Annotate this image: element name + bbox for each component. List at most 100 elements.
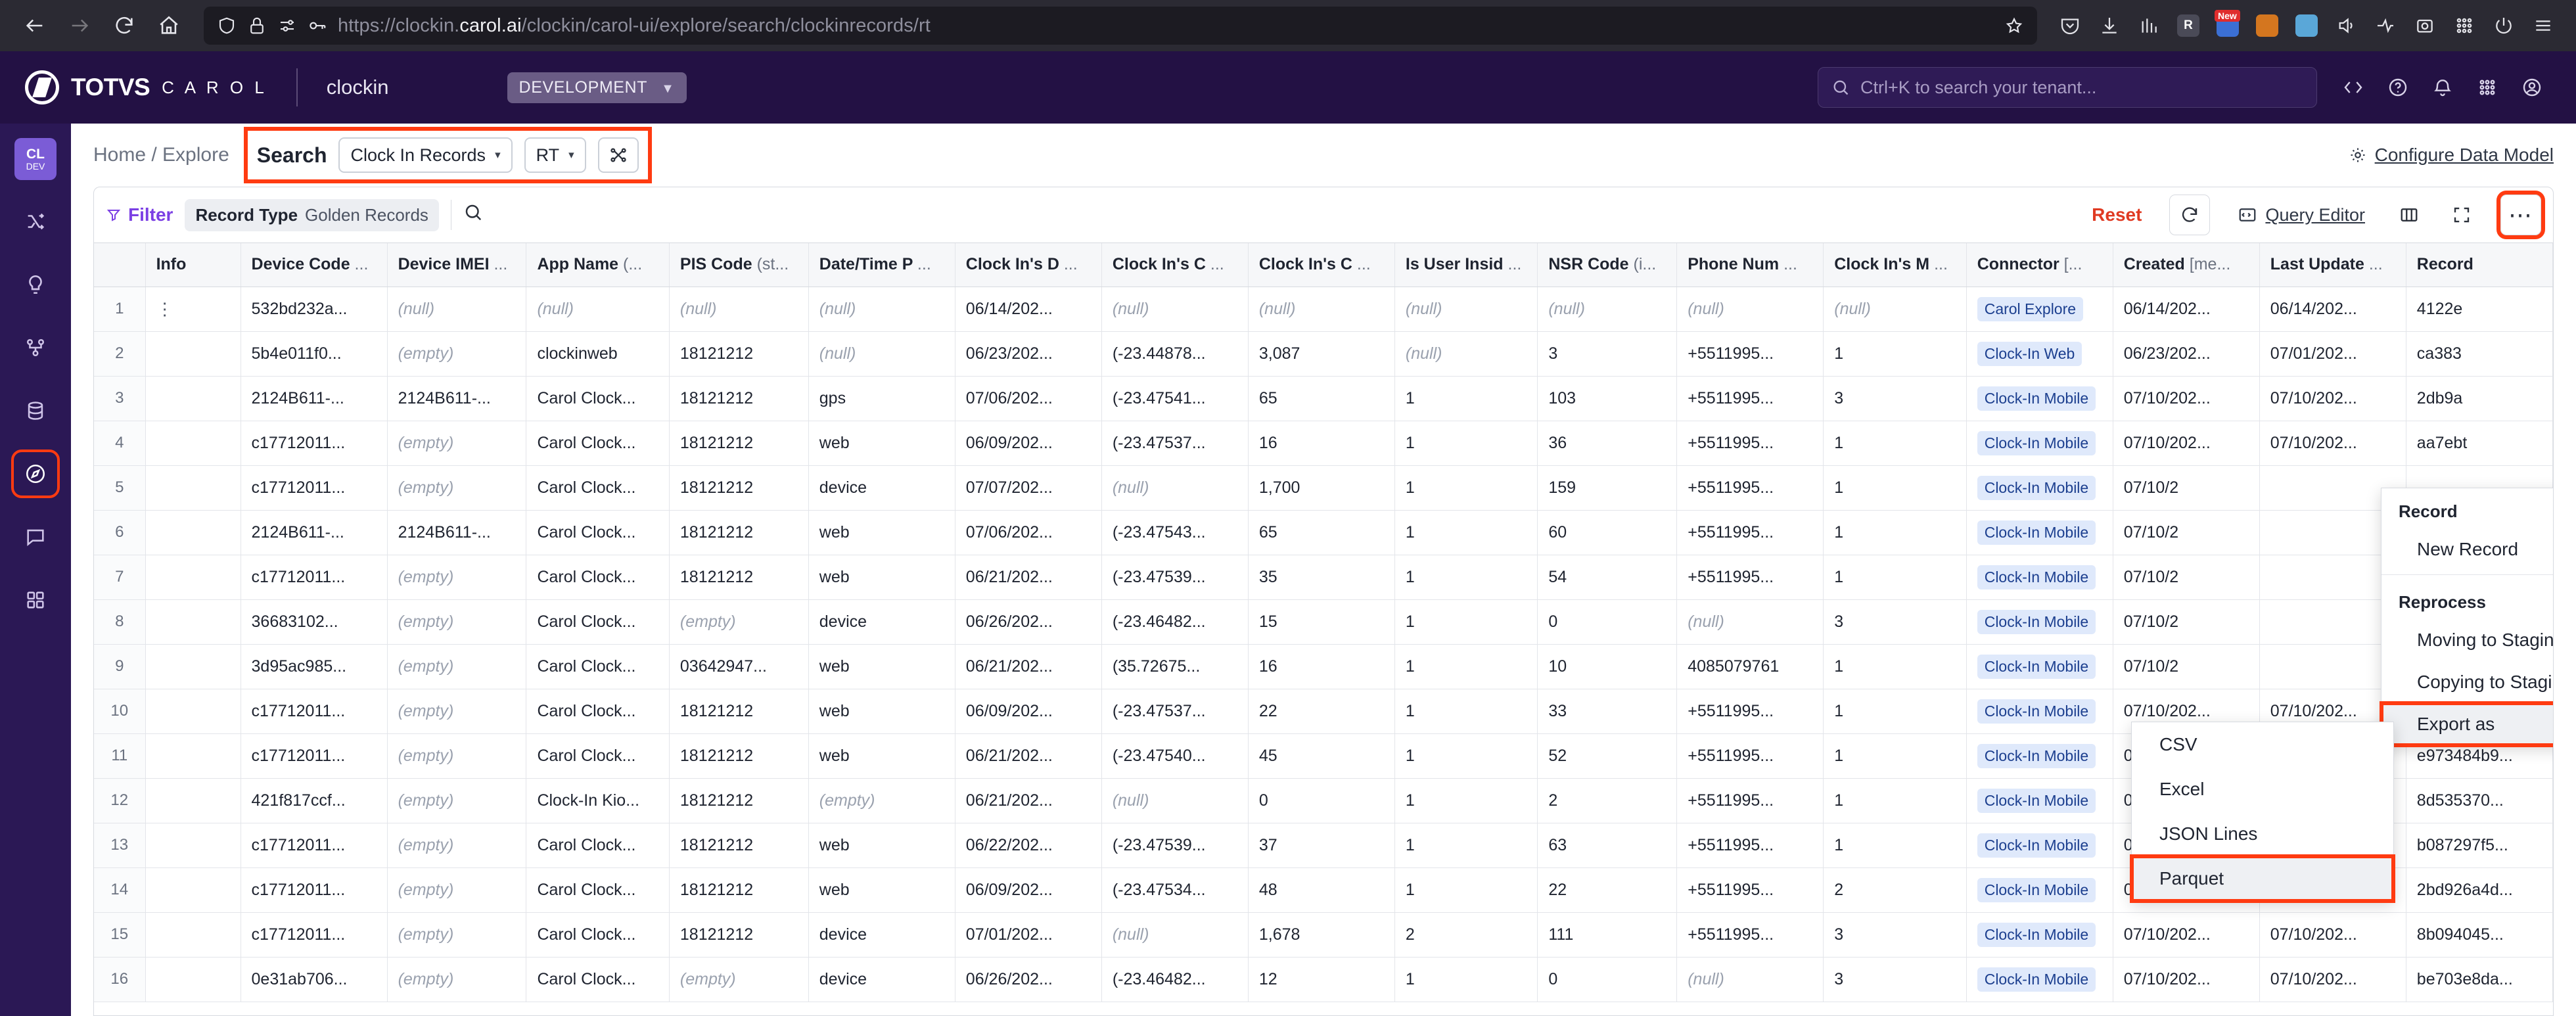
apps-icon[interactable] [2468,68,2506,106]
record-type-chip[interactable]: Record Type Golden Records [185,198,439,231]
menu-item-export-json-lines[interactable]: JSON Lines [2132,812,2393,856]
extension-r-icon[interactable]: R [2170,7,2207,44]
sidebar-item-chat[interactable] [14,515,57,559]
downloads-icon[interactable] [2091,7,2128,44]
relationship-button[interactable] [597,137,639,173]
home-button[interactable] [149,5,189,46]
column-header-is-user-insid[interactable]: Is User Insid ... [1394,243,1538,287]
table-row[interactable]: 6 2124B611-... 2124B611-... Carol Clock... 1… [94,510,2553,555]
extension-new-icon[interactable]: New [2209,7,2246,44]
menu-hamburger-icon[interactable] [2525,7,2562,44]
column-header-clock-in-s-m[interactable]: Clock In's M ... [1823,243,1967,287]
column-header-info[interactable]: Info [145,243,241,287]
vpn-icon[interactable] [2367,7,2404,44]
environment-selector[interactable]: DEVELOPMENT ▼ [507,72,687,103]
table-cell: Carol Clock... [526,867,670,913]
columns-button[interactable] [2389,195,2429,235]
query-editor-button[interactable]: Query Editor [2238,205,2365,225]
breadcrumb[interactable]: Home / Explore [93,144,229,166]
column-header-clock-in-s-c[interactable]: Clock In's C ... [1248,243,1395,287]
column-header-app-name[interactable]: App Name (... [526,243,670,287]
menu-item-export-csv[interactable]: CSV [2132,722,2393,767]
table-cell: 2db9a [2406,376,2553,421]
column-header-connector[interactable]: Connector [... [1966,243,2113,287]
sidebar-item-models[interactable] [14,326,57,369]
table-row[interactable]: 3 2124B611-... 2124B611-... Carol Clock... 1… [94,376,2553,421]
configure-data-model-link[interactable]: Configure Data Model [2349,145,2554,166]
library-icon[interactable] [2130,7,2167,44]
refresh-button[interactable] [2169,195,2211,235]
table-cell: Clock-In Mobile [1966,867,2113,913]
code-brackets-icon[interactable] [2334,68,2372,106]
notifications-bell-icon[interactable] [2424,68,2462,106]
column-header-created[interactable]: Created [me... [2113,243,2260,287]
row-number: 13 [94,823,146,868]
fullscreen-button[interactable] [2441,195,2482,235]
sidebar-item-apps[interactable] [14,578,57,622]
column-header-record[interactable]: Record [2406,243,2553,287]
sidebar-item-explore[interactable] [11,450,60,498]
reload-button[interactable] [104,5,145,46]
table-cell: web [808,555,955,600]
sidebar-item-integrations[interactable] [14,200,57,243]
reset-button[interactable]: Reset [2092,204,2142,225]
avatar[interactable]: CL DEV [14,138,57,180]
column-header-device-code[interactable]: Device Code ... [241,243,388,287]
table-cell: (empty) [387,867,527,913]
user-account-icon[interactable] [2513,68,2551,106]
table-row[interactable]: 16 0e31ab706... (empty) Carol Clock... (empt… [94,957,2553,1002]
entity-select[interactable]: Clock In Records ▾ [338,137,513,173]
menu-item-export-excel[interactable]: Excel [2132,767,2393,812]
table-row[interactable]: 2 5b4e011f0... (empty) clockinweb 18121212 (n… [94,331,2553,377]
table-search-button[interactable] [463,202,483,227]
column-header-date-time-p[interactable]: Date/Time P ... [808,243,955,287]
column-header-pis-code[interactable]: PIS Code (st... [669,243,809,287]
address-bar[interactable]: https://clockin.carol.ai/clockin/carol-u… [204,7,2037,45]
menu-item-new-record[interactable]: New Record [2381,528,2553,570]
row-menu-icon[interactable]: ⋮ [156,299,175,319]
forward-button[interactable] [59,5,100,46]
menu-item-copying-to-staging[interactable]: Copying to Staging [2381,661,2553,703]
sidebar-item-pipelines[interactable] [14,263,57,306]
column-header-device-imei[interactable]: Device IMEI ... [387,243,527,287]
pocket-icon[interactable] [2052,7,2088,44]
avatar-env-label: DEV [26,160,45,172]
menu-item-moving-to-staging[interactable]: Moving to Staging [2381,619,2553,661]
tenant-search-input[interactable]: Ctrl+K to search your tenant... [1818,67,2317,108]
connector-badge: Clock-In Mobile [1977,788,2096,813]
stage-select[interactable]: RT ▾ [524,137,586,173]
table-row[interactable]: 9 3d95ac985... (empty) Carol Clock... 036429… [94,644,2553,689]
column-header-last-update[interactable]: Last Update ... [2259,243,2406,287]
column-header-clock-in-s-d[interactable]: Clock In's D ... [955,243,1102,287]
table-cell: (null) [1101,465,1249,511]
menu-group-reprocess: Reprocess [2399,592,2486,612]
table-row[interactable]: 8 36683102... (empty) Carol Clock... (empty)… [94,599,2553,645]
back-button[interactable] [14,5,55,46]
column-header-nsr-code[interactable]: NSR Code (i... [1537,243,1678,287]
records-table-wrapper[interactable]: Info Device Code ... Device IMEI ... App Na… [93,243,2554,1016]
screenshot-icon[interactable] [2406,7,2443,44]
sidebar-item-data[interactable] [14,389,57,432]
extension-orange-icon[interactable] [2249,7,2286,44]
column-header-clock-in-s-c[interactable]: Clock In's C ... [1101,243,1249,287]
more-actions-button[interactable]: ⋯ [2496,191,2545,239]
help-icon[interactable] [2379,68,2417,106]
table-cell: 06/23/202... [2113,331,2260,377]
menu-item-export-parquet[interactable]: Parquet [2130,854,2395,903]
table-row[interactable]: 7 c17712011... (empty) Carol Clock... 181212… [94,555,2553,600]
volume-icon[interactable] [2328,7,2364,44]
table-cell: 06/23/202... [955,331,1102,377]
column-header-phone-num[interactable]: Phone Num ... [1676,243,1824,287]
table-row[interactable]: 5 c17712011... (empty) Carol Clock... 181212… [94,465,2553,511]
table-cell: c17712011... [241,689,388,734]
table-row[interactable]: 1 ⋮ 532bd232a... (null) (null) (null) (null) 06… [94,287,2553,332]
extension-teal-icon[interactable] [2288,7,2325,44]
table-row[interactable]: 15 c17712011... (empty) Carol Clock... 18121… [94,912,2553,958]
chevron-down-icon: ▾ [495,149,501,161]
menu-item-export-as[interactable]: Export as ▶ [2380,701,2553,747]
apps-grid-icon[interactable] [2446,7,2483,44]
power-icon[interactable] [2485,7,2522,44]
table-row[interactable]: 4 c17712011... (empty) Carol Clock... 181212… [94,421,2553,466]
filter-button[interactable]: Filter [106,204,173,225]
brand-logo-group[interactable]: TOTVS C A R O L [25,70,267,104]
